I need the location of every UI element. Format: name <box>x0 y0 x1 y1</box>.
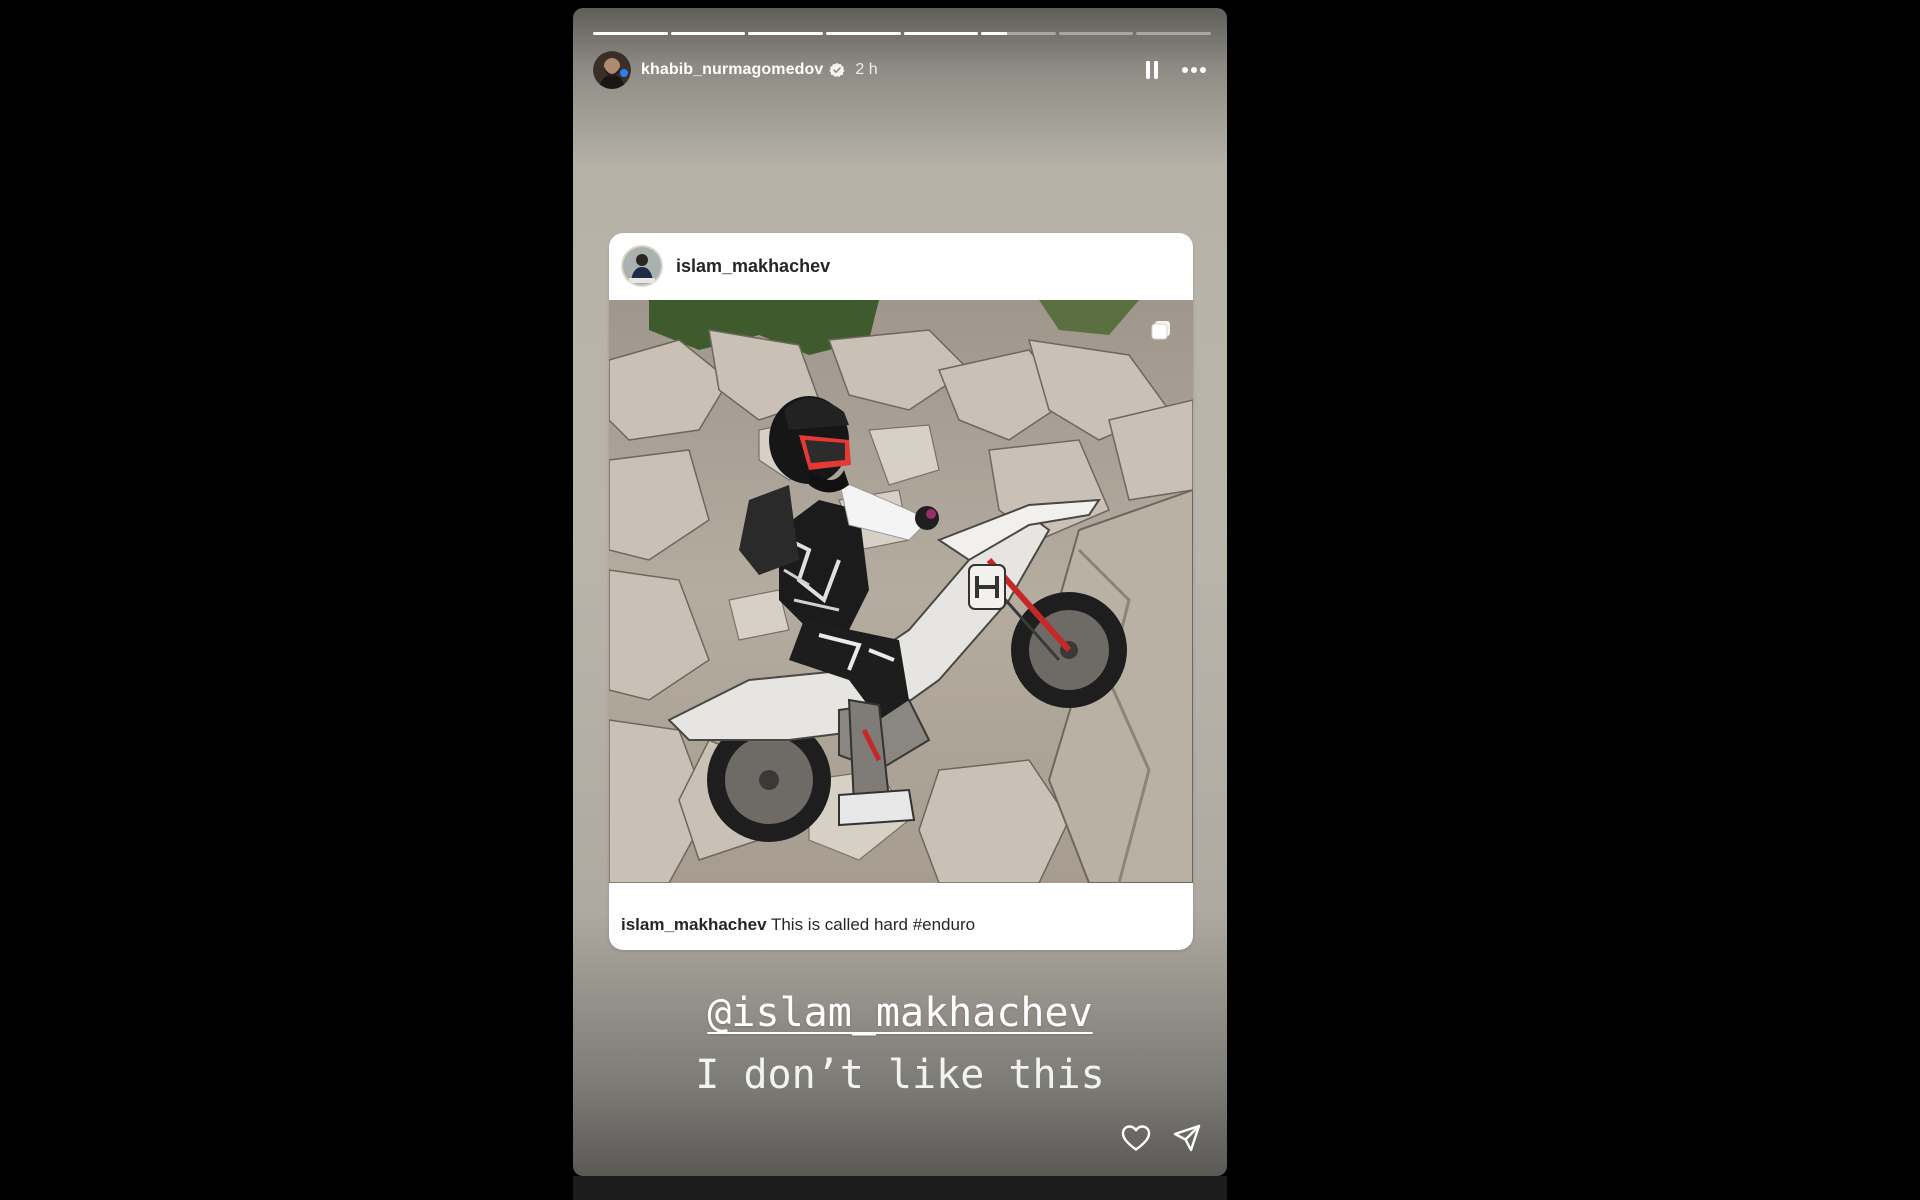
like-heart-icon[interactable] <box>1121 1124 1151 1152</box>
story-text-overlay: I don’t like this <box>695 1052 1105 1098</box>
progress-fill <box>903 32 979 35</box>
story-header: khabib_nurmagomedov 2 h <box>593 50 1207 90</box>
shared-post-card[interactable]: islam_makhachev islam_makhachev This is … <box>609 233 1193 950</box>
send-icon[interactable] <box>1173 1124 1201 1152</box>
progress-segment <box>903 32 979 35</box>
progress-fill <box>825 32 901 35</box>
shared-post-photo[interactable] <box>609 300 1193 883</box>
more-options-icon[interactable] <box>1181 66 1207 74</box>
shared-post-header: islam_makhachev <box>621 245 830 287</box>
shared-post-caption: islam_makhachev This is called hard #end… <box>621 915 1181 935</box>
story-timestamp: 2 h <box>855 61 878 78</box>
story-viewer: khabib_nurmagomedov 2 h islam_makhachev … <box>0 0 1920 1200</box>
progress-segment <box>748 32 823 35</box>
progress-segment <box>670 32 746 35</box>
shared-post-avatar[interactable] <box>621 245 663 287</box>
progress-fill <box>593 32 668 35</box>
user-avatar[interactable] <box>593 51 631 89</box>
multiple-photos-icon <box>1151 320 1171 345</box>
progress-fill <box>748 32 823 35</box>
progress-segment <box>1058 32 1134 35</box>
progress-fill <box>670 32 746 35</box>
progress-segment <box>593 32 668 35</box>
mention-text[interactable]: @islam_makhachev <box>707 990 1092 1036</box>
story-progress-bar <box>593 32 1211 35</box>
story-header-actions <box>1145 60 1207 80</box>
caption-username[interactable]: islam_makhachev <box>621 915 767 934</box>
enduro-rider-image <box>609 300 1193 883</box>
caption-text: This is called hard #enduro <box>770 915 976 934</box>
story-bottom-strip <box>573 1176 1227 1200</box>
verified-badge-icon <box>829 62 845 78</box>
story-footer-actions <box>1121 1124 1201 1152</box>
progress-segment <box>1136 32 1211 35</box>
story-username[interactable]: khabib_nurmagomedov <box>641 61 823 79</box>
mention-sticker[interactable]: @islam_makhachev <box>573 990 1227 1036</box>
progress-segment <box>825 32 901 35</box>
progress-fill <box>981 32 1008 35</box>
story-frame[interactable]: khabib_nurmagomedov 2 h islam_makhachev … <box>573 8 1227 1176</box>
pause-icon[interactable] <box>1145 60 1159 80</box>
shared-post-username[interactable]: islam_makhachev <box>676 256 830 277</box>
progress-segment <box>981 32 1056 35</box>
